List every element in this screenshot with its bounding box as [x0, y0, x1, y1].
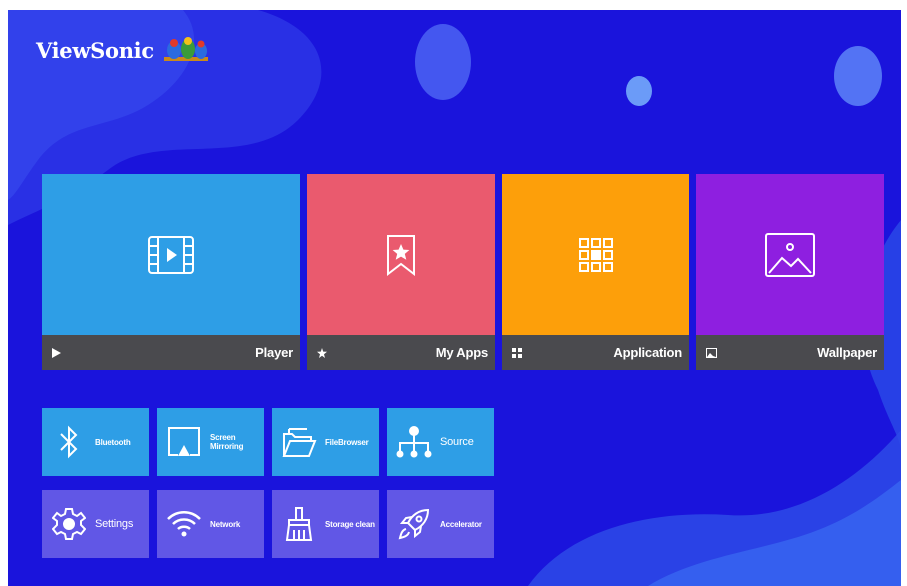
picture-icon: [765, 232, 815, 277]
tile-wallpaper-bar: Wallpaper: [696, 335, 884, 370]
gear-icon: [49, 504, 89, 544]
shortcut-bluetooth[interactable]: Bluetooth: [42, 408, 149, 476]
star-icon: [317, 346, 331, 360]
tile-player-bar: Player: [42, 335, 300, 370]
app-grid-icon: [578, 237, 613, 272]
tile-player[interactable]: Player: [42, 174, 300, 370]
home-screen: ViewSonic Player My Apps Application Wal…: [8, 10, 901, 586]
tile-player-body: [42, 174, 300, 335]
small-picture-icon: [706, 346, 720, 360]
tile-wallpaper[interactable]: Wallpaper: [696, 174, 884, 370]
wifi-icon: [164, 504, 204, 544]
lorikeet-birds-icon: [163, 37, 208, 61]
rocket-icon: [394, 504, 434, 544]
bookmark-star-icon: [387, 234, 415, 276]
tile-my-apps-label: My Apps: [435, 345, 488, 360]
viewsonic-logo: ViewSonic: [36, 34, 210, 66]
shortcut-accelerator[interactable]: Accelerator: [387, 490, 494, 558]
shortcut-filebrowser[interactable]: FileBrowser: [272, 408, 379, 476]
small-grid-icon: [512, 346, 526, 360]
source-icon: [394, 422, 434, 462]
shortcut-screen-mirroring[interactable]: Screen Mirroring: [157, 408, 264, 476]
play-icon: [52, 346, 66, 360]
bluetooth-icon: [49, 422, 89, 462]
tile-my-apps[interactable]: My Apps: [307, 174, 495, 370]
tile-wallpaper-body: [696, 174, 884, 335]
film-play-icon: [148, 235, 194, 274]
broom-icon: [279, 504, 319, 544]
tile-application-body: [502, 174, 689, 335]
tile-my-apps-bar: My Apps: [307, 335, 495, 370]
tile-application-label: Application: [613, 345, 682, 360]
shortcut-network-label: Network: [210, 519, 241, 529]
tile-wallpaper-label: Wallpaper: [817, 345, 877, 360]
tile-player-label: Player: [255, 345, 293, 360]
folder-icon: [279, 422, 319, 462]
shortcut-settings-label: Settings: [95, 517, 134, 530]
tile-application[interactable]: Application: [502, 174, 689, 370]
shortcut-settings[interactable]: Settings: [42, 490, 149, 558]
tile-my-apps-body: [307, 174, 495, 335]
shortcut-filebrowser-label: FileBrowser: [325, 437, 369, 447]
shortcut-network[interactable]: Network: [157, 490, 264, 558]
tile-application-bar: Application: [502, 335, 689, 370]
shortcut-source-label: Source: [440, 435, 474, 448]
shortcut-screen-mirroring-label: Screen Mirroring: [210, 433, 244, 451]
shortcut-bluetooth-label: Bluetooth: [95, 437, 131, 447]
shortcut-storage-clean-label: Storage clean: [325, 519, 375, 529]
screen-mirroring-icon: [164, 422, 204, 462]
shortcut-source[interactable]: Source: [387, 408, 494, 476]
shortcut-accelerator-label: Accelerator: [440, 519, 482, 529]
shortcut-storage-clean[interactable]: Storage clean: [272, 490, 379, 558]
logo-text: ViewSonic: [36, 37, 154, 63]
